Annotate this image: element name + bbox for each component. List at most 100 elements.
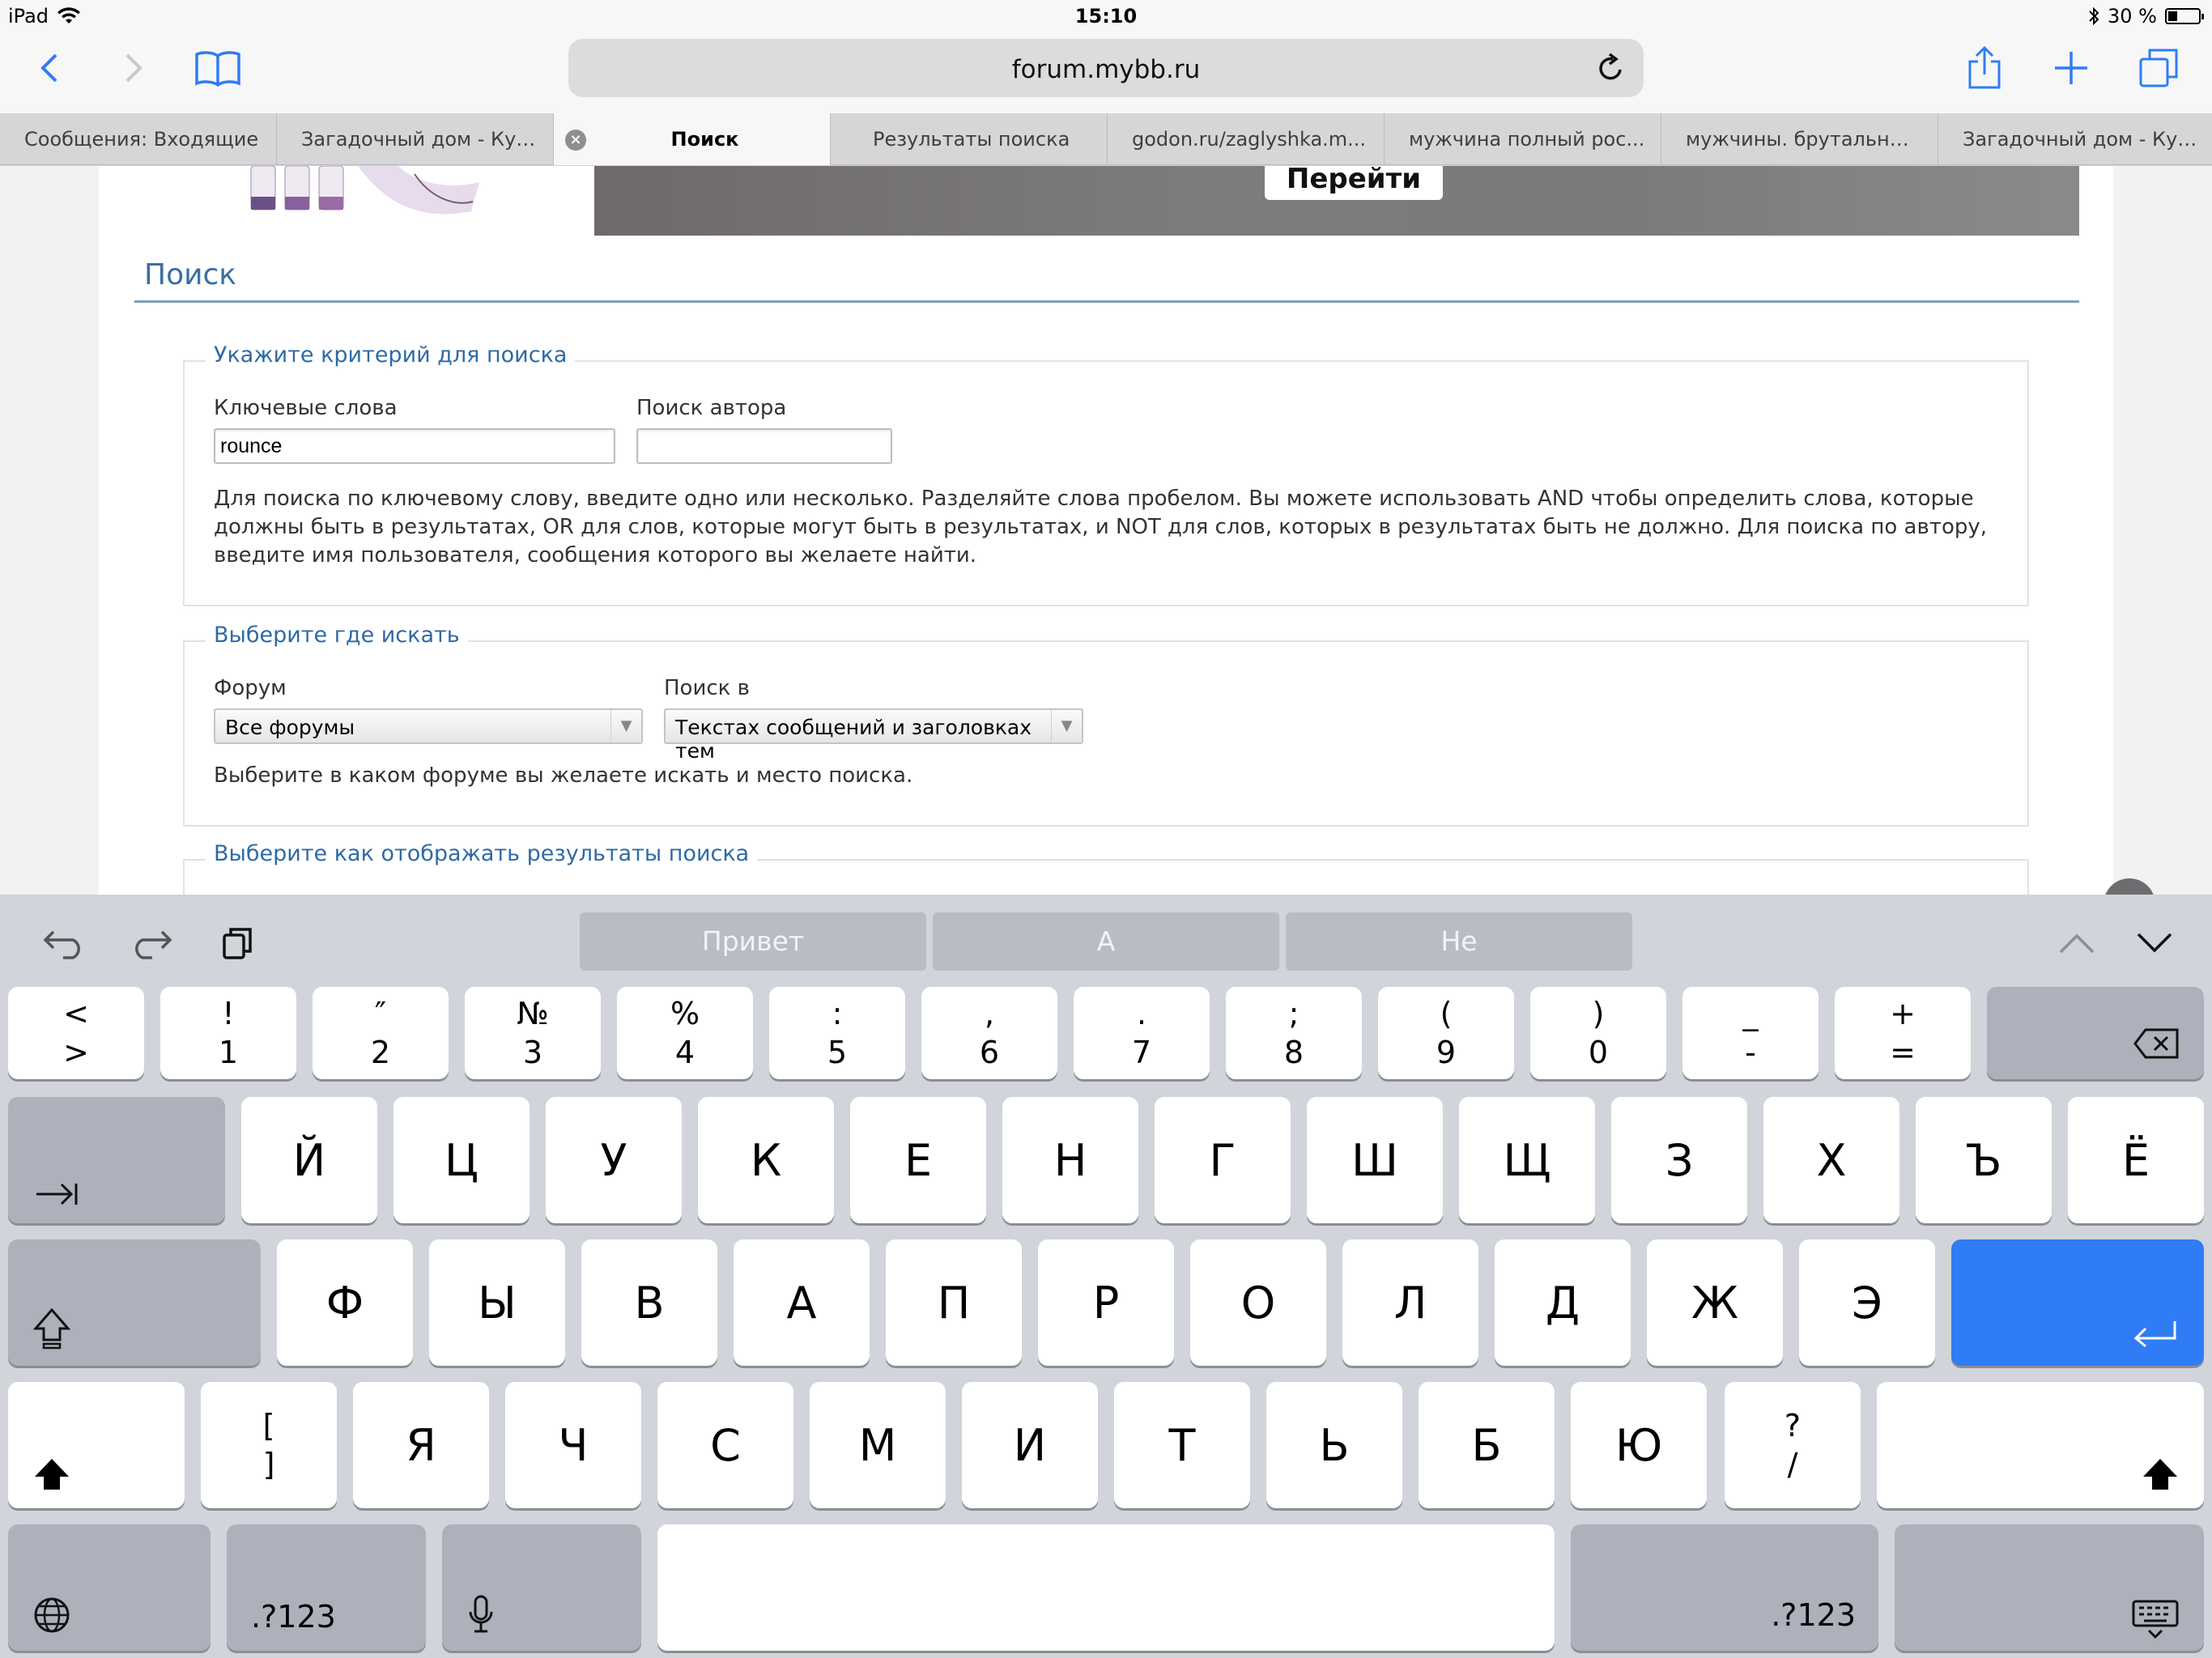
key-1[interactable]: ! 1	[160, 987, 296, 1079]
key-У[interactable]: У	[546, 1097, 682, 1223]
battery-icon	[2165, 8, 2204, 24]
key-Н[interactable]: Н	[1002, 1097, 1138, 1223]
key-3[interactable]: № 3	[465, 987, 601, 1079]
search-in-select[interactable]: Текстах сообщений и заголовках тем ▼	[664, 708, 1083, 763]
globe-key[interactable]	[8, 1524, 211, 1651]
author-input[interactable]	[636, 428, 892, 464]
key-Б[interactable]: Б	[1419, 1382, 1555, 1508]
previous-field-button[interactable]	[2048, 919, 2105, 967]
key-0[interactable]: ) 0	[1530, 987, 1666, 1079]
key-Я[interactable]: Я	[353, 1382, 489, 1508]
web-content: Перейти Поиск Укажите критерий для поиск…	[0, 166, 2212, 895]
key-9-bottom: 9	[1436, 1035, 1457, 1070]
key-Щ[interactable]: Щ	[1459, 1097, 1595, 1223]
key-=[interactable]: + =	[1835, 987, 1971, 1079]
key--[interactable]: _ -	[1682, 987, 1819, 1079]
suggestion-2[interactable]: А	[933, 912, 1279, 971]
backspace-key[interactable]	[1987, 987, 2204, 1079]
tabs-overview-button[interactable]	[2136, 44, 2181, 92]
key-9[interactable]: (9	[1378, 987, 1514, 1079]
new-tab-button[interactable]	[2048, 44, 2094, 92]
redo-button[interactable]	[123, 919, 180, 967]
reload-button[interactable]	[1595, 52, 1626, 87]
bookmarks-button[interactable]	[191, 44, 245, 92]
suggestion-3[interactable]: Не	[1286, 912, 1632, 971]
undo-icon	[43, 930, 80, 959]
key-Ж[interactable]: Ж	[1647, 1239, 1783, 1366]
paste-button[interactable]	[209, 919, 266, 967]
key-Ю[interactable]: Ю	[1571, 1382, 1707, 1508]
hide-keyboard-key[interactable]	[1895, 1524, 2204, 1651]
slash-key[interactable]: ? /	[1725, 1382, 1861, 1508]
close-tab-icon[interactable]: ×	[565, 130, 586, 151]
caps-lock-key[interactable]	[8, 1239, 261, 1366]
key-5[interactable]: :5	[769, 987, 905, 1079]
key-7[interactable]: .7	[1074, 987, 1210, 1079]
microphone-icon	[469, 1595, 493, 1633]
key-2[interactable]: ″ 2	[313, 987, 449, 1079]
space-key[interactable]	[657, 1524, 1555, 1651]
key-Ы[interactable]: Ы	[429, 1239, 565, 1366]
status-time: 15:10	[1074, 5, 1138, 28]
key-В[interactable]: В	[581, 1239, 717, 1366]
key->[interactable]: < >	[8, 987, 144, 1079]
return-key[interactable]	[1951, 1239, 2204, 1366]
forum-select[interactable]: Все форумы ▼	[214, 708, 643, 744]
key-С[interactable]: С	[657, 1382, 793, 1508]
key-6[interactable]: ,6	[921, 987, 1057, 1079]
key-М[interactable]: М	[810, 1382, 946, 1508]
battery-percent: 30 %	[2108, 5, 2157, 28]
key-Ц[interactable]: Ц	[393, 1097, 530, 1223]
banner-go-button[interactable]: Перейти	[1265, 166, 1443, 200]
key-Т[interactable]: Т	[1114, 1382, 1250, 1508]
tab-brutal-men[interactable]: мужчины. брутальны...	[1661, 113, 1938, 165]
key-Г[interactable]: Г	[1155, 1097, 1291, 1223]
next-field-button[interactable]	[2126, 919, 2183, 967]
bracket-key[interactable]: [ ]	[201, 1382, 337, 1508]
keywords-input[interactable]	[214, 428, 615, 464]
tab-man-full-height[interactable]: мужчина полный рос...	[1385, 113, 1661, 165]
key-П[interactable]: П	[886, 1239, 1022, 1366]
key-З[interactable]: З	[1611, 1097, 1747, 1223]
suggestion-1[interactable]: Привет	[580, 912, 926, 971]
key-Ч[interactable]: Ч	[505, 1382, 641, 1508]
forward-button[interactable]	[113, 44, 154, 92]
tab-messages-inbox[interactable]: Сообщения: Входящие	[0, 113, 277, 165]
tab-search-results[interactable]: Результаты поиска	[831, 113, 1108, 165]
key-А[interactable]: А	[734, 1239, 870, 1366]
back-button[interactable]	[29, 44, 70, 92]
key-И[interactable]: И	[962, 1382, 1098, 1508]
key-Е[interactable]: Е	[850, 1097, 986, 1223]
tab-mystery-house-1[interactable]: Загадочный дом - Куз...	[277, 113, 554, 165]
numbers-key-left[interactable]: .?123	[227, 1524, 426, 1651]
key-К[interactable]: К	[698, 1097, 834, 1223]
shift-left-key[interactable]	[8, 1382, 185, 1508]
numbers-key-left-label: .?123	[251, 1599, 336, 1635]
share-button[interactable]	[1964, 44, 2005, 92]
dictation-key[interactable]	[442, 1524, 641, 1651]
key-Р[interactable]: Р	[1038, 1239, 1174, 1366]
key-Й[interactable]: Й	[241, 1097, 377, 1223]
shift-right-key[interactable]	[1877, 1382, 2204, 1508]
key-Д[interactable]: Д	[1495, 1239, 1631, 1366]
tab-search[interactable]: × Поиск	[554, 113, 831, 165]
key-Ё[interactable]: Ё	[2068, 1097, 2204, 1223]
tab-godon[interactable]: godon.ru/zaglyshka.m...	[1108, 113, 1385, 165]
key-8[interactable]: ; 8	[1226, 987, 1362, 1079]
key-Ъ[interactable]: Ъ	[1916, 1097, 2052, 1223]
chevron-left-icon	[40, 53, 57, 83]
key-Л[interactable]: Л	[1342, 1239, 1478, 1366]
plus-icon	[2055, 52, 2087, 84]
key-О[interactable]: О	[1190, 1239, 1326, 1366]
key-Э[interactable]: Э	[1799, 1239, 1935, 1366]
key-Ф[interactable]: Ф	[277, 1239, 413, 1366]
key-Ь[interactable]: Ь	[1266, 1382, 1402, 1508]
key-Х[interactable]: Х	[1763, 1097, 1899, 1223]
key-Ш[interactable]: Ш	[1307, 1097, 1443, 1223]
undo-button[interactable]	[36, 919, 92, 967]
numbers-key-right[interactable]: .?123	[1571, 1524, 1878, 1651]
key-4[interactable]: % 4	[617, 987, 753, 1079]
address-bar[interactable]: forum.mybb.ru	[568, 39, 1644, 97]
tab-key[interactable]	[8, 1097, 225, 1223]
tab-mystery-house-2[interactable]: Загадочный дом - Куз...	[1938, 113, 2212, 165]
